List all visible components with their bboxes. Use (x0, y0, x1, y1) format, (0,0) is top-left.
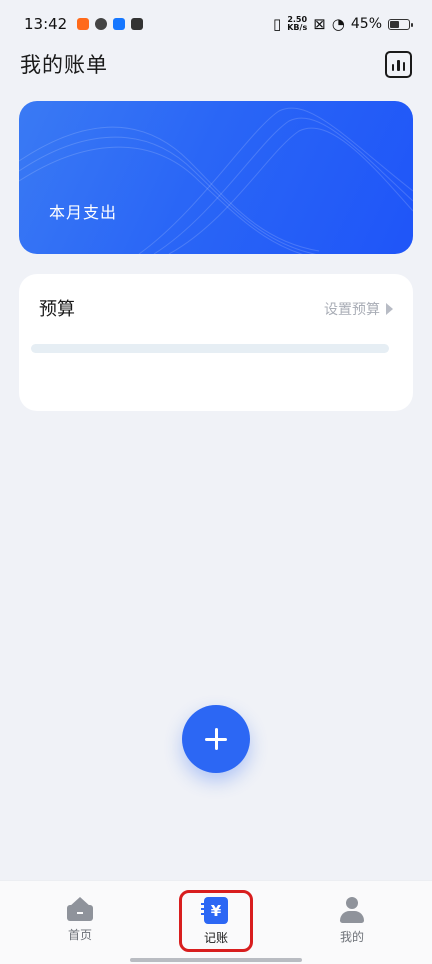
sim-off-icon: ⊠ (313, 15, 326, 33)
network-speed: 2.50 KB/s (287, 16, 307, 32)
battery-icon (388, 18, 413, 30)
home-indicator (130, 958, 302, 962)
status-right: ▯ 2.50 KB/s ⊠ ◔ 45% (272, 15, 413, 33)
highlight-box (179, 890, 253, 952)
monthly-expense-label: 本月支出 (49, 203, 118, 222)
notification-app-icon (95, 18, 108, 30)
add-record-button[interactable] (182, 705, 250, 773)
app-screen: 13:42 ▯ 2.50 KB/s ⊠ ◔ 45% 我的账单 本月支出 预算 设… (0, 0, 432, 964)
notification-alipay-icon (113, 18, 126, 30)
tab-profile[interactable]: 我的 (312, 897, 392, 945)
bar-chart-bar (391, 63, 395, 71)
set-budget-link[interactable]: 设置预算 (324, 299, 393, 319)
budget-card: 预算 设置预算 (19, 274, 413, 411)
page-title: 我的账单 (20, 53, 108, 77)
status-left: 13:42 (24, 15, 144, 33)
notification-mail-icon (131, 18, 144, 30)
status-time: 13:42 (24, 15, 68, 33)
status-bar: 13:42 ▯ 2.50 KB/s ⊠ ◔ 45% (0, 0, 432, 48)
home-icon (67, 897, 93, 921)
budget-title: 预算 (39, 299, 75, 320)
bar-chart-bar (402, 61, 406, 71)
person-icon (339, 897, 365, 923)
plus-icon (205, 728, 227, 750)
battery-percent: 45% (350, 16, 382, 32)
bar-chart-bar (397, 59, 400, 71)
set-budget-label: 设置预算 (324, 302, 380, 318)
vibrate-icon: ▯ (272, 15, 282, 33)
network-speed-unit: KB/s (287, 23, 308, 32)
budget-progress-bar (31, 344, 389, 353)
page-header: 我的账单 (20, 46, 412, 82)
monthly-expense-card[interactable]: 本月支出 (19, 101, 413, 254)
tab-home[interactable]: 首页 (40, 897, 120, 943)
bar-chart-icon[interactable] (385, 50, 412, 78)
wifi-icon: ◔ (331, 15, 345, 33)
chevron-right-icon (386, 303, 393, 315)
tab-profile-label: 我的 (339, 930, 364, 944)
notification-app-icon (77, 18, 90, 30)
card-wave-pattern (19, 107, 413, 254)
tab-home-label: 首页 (67, 928, 92, 942)
